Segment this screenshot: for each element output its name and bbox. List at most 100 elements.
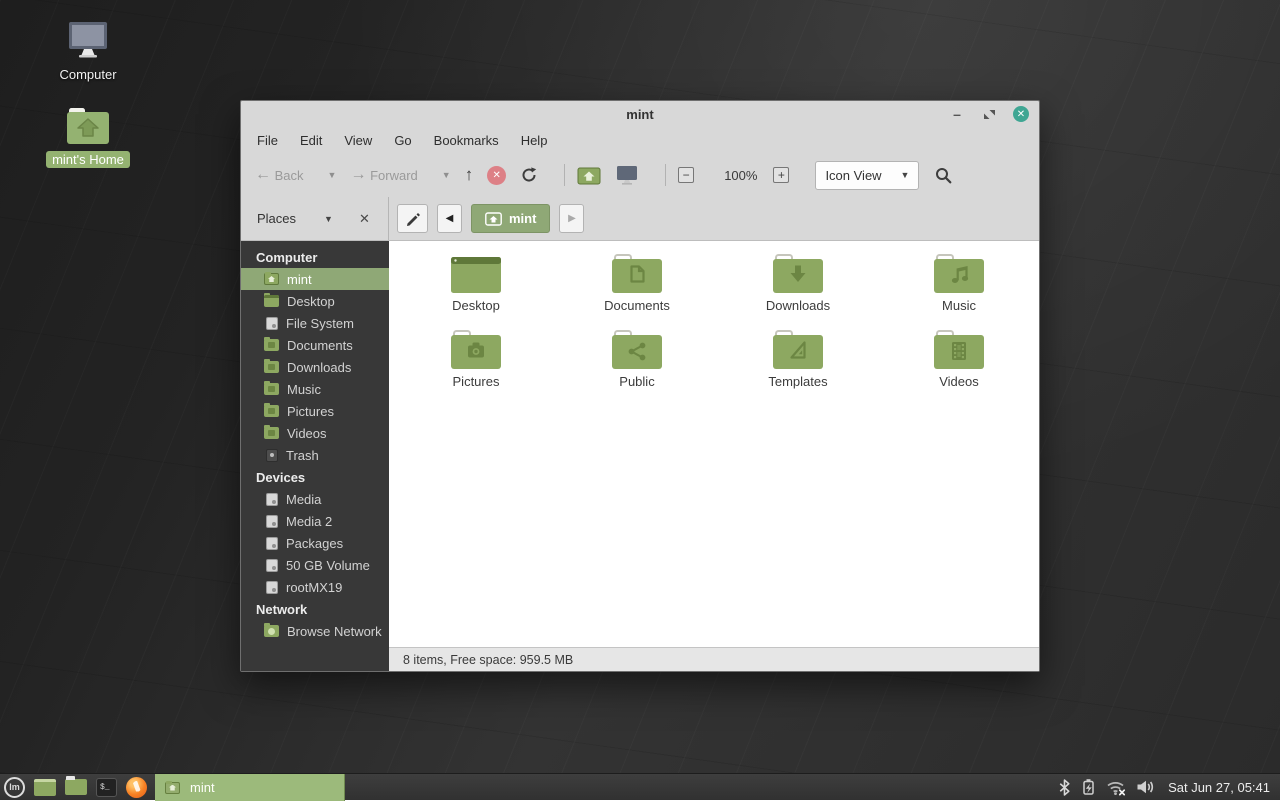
menu-edit[interactable]: Edit bbox=[300, 133, 322, 148]
close-button[interactable]: ✕ bbox=[1013, 106, 1029, 122]
show-desktop-button[interactable] bbox=[34, 779, 56, 796]
sidebar-item-documents[interactable]: Documents bbox=[241, 334, 389, 356]
music-folder-icon bbox=[931, 251, 987, 295]
taskbar: lm $_ mint Sat Jun 27, 05:41 bbox=[0, 773, 1280, 800]
places-header[interactable]: Places ▼ ✕ bbox=[241, 197, 389, 240]
files-launcher-icon[interactable] bbox=[65, 779, 87, 795]
places-label: Places bbox=[257, 211, 296, 226]
trash-icon bbox=[266, 449, 278, 462]
taskbar-window-button[interactable]: mint bbox=[155, 774, 345, 801]
volume-icon[interactable] bbox=[1136, 779, 1155, 795]
file-manager-window: mint – ✕ File Edit View Go Bookmarks Hel… bbox=[240, 100, 1040, 672]
forward-arrow-icon: → bbox=[350, 166, 366, 184]
restore-icon bbox=[983, 108, 996, 121]
menu-help[interactable]: Help bbox=[521, 133, 548, 148]
pathbar: ◀ mint ▶ bbox=[389, 197, 1039, 240]
minimize-button[interactable]: – bbox=[949, 106, 965, 122]
pathbar-row: Places ▼ ✕ ◀ mint ▶ bbox=[241, 197, 1039, 241]
sidebar-item-mint[interactable]: mint bbox=[241, 268, 389, 290]
desktop-icon-mints-home[interactable]: mint's Home bbox=[45, 103, 131, 168]
places-sidebar: Computer mint Desktop File System Docume… bbox=[241, 241, 389, 671]
chevron-down-icon[interactable]: ▼ bbox=[324, 214, 333, 224]
desktop-folder-icon bbox=[448, 251, 504, 295]
firefox-launcher-icon[interactable] bbox=[126, 777, 147, 798]
file-pictures[interactable]: Pictures bbox=[416, 327, 536, 389]
up-button[interactable]: ↑ bbox=[465, 165, 474, 185]
back-arrow-icon: ← bbox=[255, 166, 271, 184]
view-mode-dropdown[interactable]: Icon View ▼ bbox=[815, 161, 919, 190]
sidebar-item-trash[interactable]: Trash bbox=[241, 444, 389, 466]
back-history-dropdown[interactable]: ▼ bbox=[328, 170, 337, 180]
sidebar-item-videos[interactable]: Videos bbox=[241, 422, 389, 444]
home-folder-icon bbox=[62, 103, 114, 147]
bluetooth-icon[interactable] bbox=[1058, 779, 1071, 796]
statusbar: 8 items, Free space: 959.5 MB bbox=[389, 647, 1039, 671]
path-scroll-right-button[interactable]: ▶ bbox=[559, 204, 584, 233]
chevron-down-icon: ▼ bbox=[901, 170, 910, 180]
refresh-icon bbox=[520, 166, 538, 184]
mint-menu-button[interactable]: lm bbox=[4, 777, 25, 798]
pencil-icon bbox=[405, 211, 420, 226]
menu-go[interactable]: Go bbox=[394, 133, 411, 148]
refresh-button[interactable] bbox=[520, 166, 538, 184]
videos-folder-icon bbox=[931, 327, 987, 371]
menu-file[interactable]: File bbox=[257, 133, 278, 148]
close-sidebar-icon[interactable]: ✕ bbox=[359, 211, 370, 227]
forward-history-dropdown[interactable]: ▼ bbox=[442, 170, 451, 180]
menu-view[interactable]: View bbox=[344, 133, 372, 148]
toolbar-separator bbox=[564, 164, 565, 186]
sidebar-item-browse-network[interactable]: Browse Network bbox=[241, 620, 389, 642]
path-scroll-left-button[interactable]: ◀ bbox=[437, 204, 462, 233]
clock[interactable]: Sat Jun 27, 05:41 bbox=[1168, 780, 1270, 795]
file-videos[interactable]: Videos bbox=[899, 327, 1019, 389]
breadcrumb-current[interactable]: mint bbox=[471, 204, 550, 233]
drive-icon bbox=[266, 515, 278, 528]
sidebar-item-pictures[interactable]: Pictures bbox=[241, 400, 389, 422]
zoom-level: 100% bbox=[724, 168, 757, 183]
back-button[interactable]: ← Back bbox=[255, 166, 304, 184]
sidebar-item-file-system[interactable]: File System bbox=[241, 312, 389, 334]
zoom-in-button[interactable]: + bbox=[773, 167, 789, 183]
sidebar-item-50gb-volume[interactable]: 50 GB Volume bbox=[241, 554, 389, 576]
file-documents[interactable]: Documents bbox=[577, 251, 697, 313]
edit-location-button[interactable] bbox=[397, 204, 428, 233]
search-button[interactable] bbox=[935, 167, 952, 184]
battery-charging-icon[interactable] bbox=[1080, 778, 1097, 796]
computer-button[interactable] bbox=[615, 165, 639, 185]
drive-icon bbox=[266, 317, 278, 330]
sidebar-item-media[interactable]: Media bbox=[241, 488, 389, 510]
sidebar-item-rootmx19[interactable]: rootMX19 bbox=[241, 576, 389, 598]
sidebar-item-packages[interactable]: Packages bbox=[241, 532, 389, 554]
desktop-icon-computer[interactable]: Computer bbox=[45, 18, 131, 83]
computer-icon bbox=[615, 165, 639, 185]
taskbar-window-label: mint bbox=[190, 780, 215, 795]
file-music[interactable]: Music bbox=[899, 251, 1019, 313]
home-button[interactable] bbox=[577, 166, 601, 185]
network-folder-icon bbox=[264, 625, 279, 637]
file-downloads[interactable]: Downloads bbox=[738, 251, 858, 313]
stop-icon: ✕ bbox=[487, 166, 506, 185]
videos-folder-icon bbox=[264, 427, 279, 439]
menu-bookmarks[interactable]: Bookmarks bbox=[434, 133, 499, 148]
sidebar-item-downloads[interactable]: Downloads bbox=[241, 356, 389, 378]
sidebar-item-media-2[interactable]: Media 2 bbox=[241, 510, 389, 532]
restore-button[interactable] bbox=[981, 106, 997, 122]
sidebar-item-music[interactable]: Music bbox=[241, 378, 389, 400]
window-titlebar[interactable]: mint – ✕ bbox=[241, 101, 1039, 127]
file-view[interactable]: Desktop Documents Downloads bbox=[389, 241, 1039, 647]
wifi-disconnected-icon[interactable] bbox=[1106, 779, 1127, 796]
sidebar-section-computer: Computer bbox=[241, 246, 389, 268]
templates-folder-icon bbox=[770, 327, 826, 371]
sidebar-section-devices: Devices bbox=[241, 466, 389, 488]
file-desktop[interactable]: Desktop bbox=[416, 251, 536, 313]
forward-button[interactable]: → Forward bbox=[350, 166, 417, 184]
sidebar-item-desktop[interactable]: Desktop bbox=[241, 290, 389, 312]
sidebar-section-network: Network bbox=[241, 598, 389, 620]
terminal-launcher-icon[interactable]: $_ bbox=[96, 778, 117, 797]
stop-button[interactable]: ✕ bbox=[487, 166, 506, 185]
file-public[interactable]: Public bbox=[577, 327, 697, 389]
toolbar: ← Back ▼ → Forward ▼ ↑ ✕ bbox=[241, 153, 1039, 197]
system-tray: Sat Jun 27, 05:41 bbox=[1058, 778, 1280, 796]
zoom-out-button[interactable]: − bbox=[678, 167, 694, 183]
file-templates[interactable]: Templates bbox=[738, 327, 858, 389]
